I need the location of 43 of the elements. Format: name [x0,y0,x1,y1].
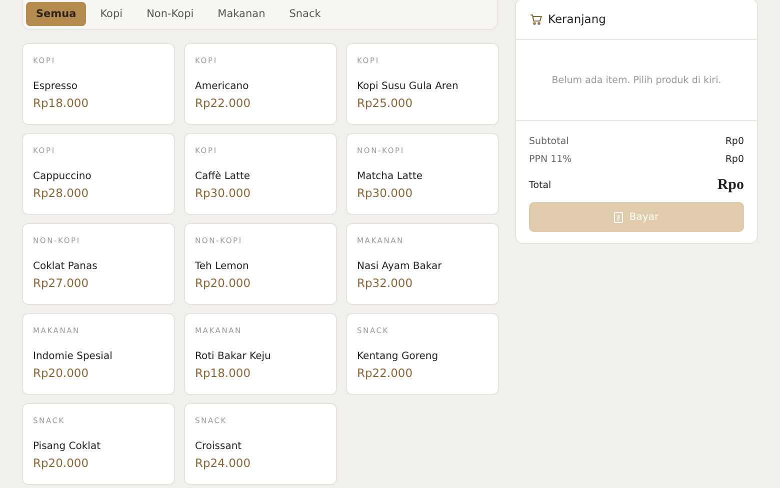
product-price: Rp18.000 [195,366,252,380]
product-price: Rp18.000 [33,96,90,110]
product-price: Rp24.000 [195,456,252,470]
total-value: Rpo [717,176,744,194]
receipt-icon [614,212,624,222]
cart-icon [530,14,542,24]
product-price: Rp20.000 [33,366,90,380]
product-price: Rp27.000 [33,276,90,290]
category-tab[interactable]: Snack [279,2,331,26]
product-name: Caffè Latte [195,171,252,182]
product-name: Teh Lemon [195,261,250,272]
product-price: Rp25.000 [357,96,414,110]
product-name: Croissant [195,441,243,452]
total-label: Total [529,180,552,190]
product-name: Pisang Coklat [33,441,102,452]
product-price: Rp22.000 [357,366,414,380]
product-name: Matcha Latte [357,171,424,182]
product-price: Rp20.000 [33,456,90,470]
cart-title: Keranjang [548,12,606,26]
product-price: Rp28.000 [33,186,90,200]
summary-label: Subtotal [529,136,569,146]
category-tab[interactable]: Makanan [208,2,276,26]
product-name: Kentang Goreng [357,351,440,362]
summary-value: Rp0 [725,136,744,146]
category-tab[interactable]: Kopi [90,2,133,26]
category-tab[interactable]: Semua [26,2,86,26]
product-name: Americano [195,81,250,92]
empty-cart-message: Belum ada item. Pilih produk di kiri. [552,74,722,86]
product-name: Coklat Panas [33,261,98,272]
product-price: Rp30.000 [357,186,414,200]
summary-value: Rp0 [725,154,744,164]
product-price: Rp22.000 [195,96,252,110]
product-name: Roti Bakar Keju [195,351,272,362]
product-name: Kopi Susu Gula Aren [357,81,460,92]
product-name: Nasi Ayam Bakar [357,261,443,272]
category-tab[interactable]: Non-Kopi [136,2,204,26]
product-price: Rp32.000 [357,276,414,290]
product-name: Espresso [33,81,78,92]
product-price: Rp30.000 [195,186,252,200]
product-name: Cappuccino [33,171,92,182]
summary-label: PPN 11% [529,154,572,164]
product-price: Rp20.000 [195,276,252,290]
product-name: Indomie Spesial [33,351,114,362]
